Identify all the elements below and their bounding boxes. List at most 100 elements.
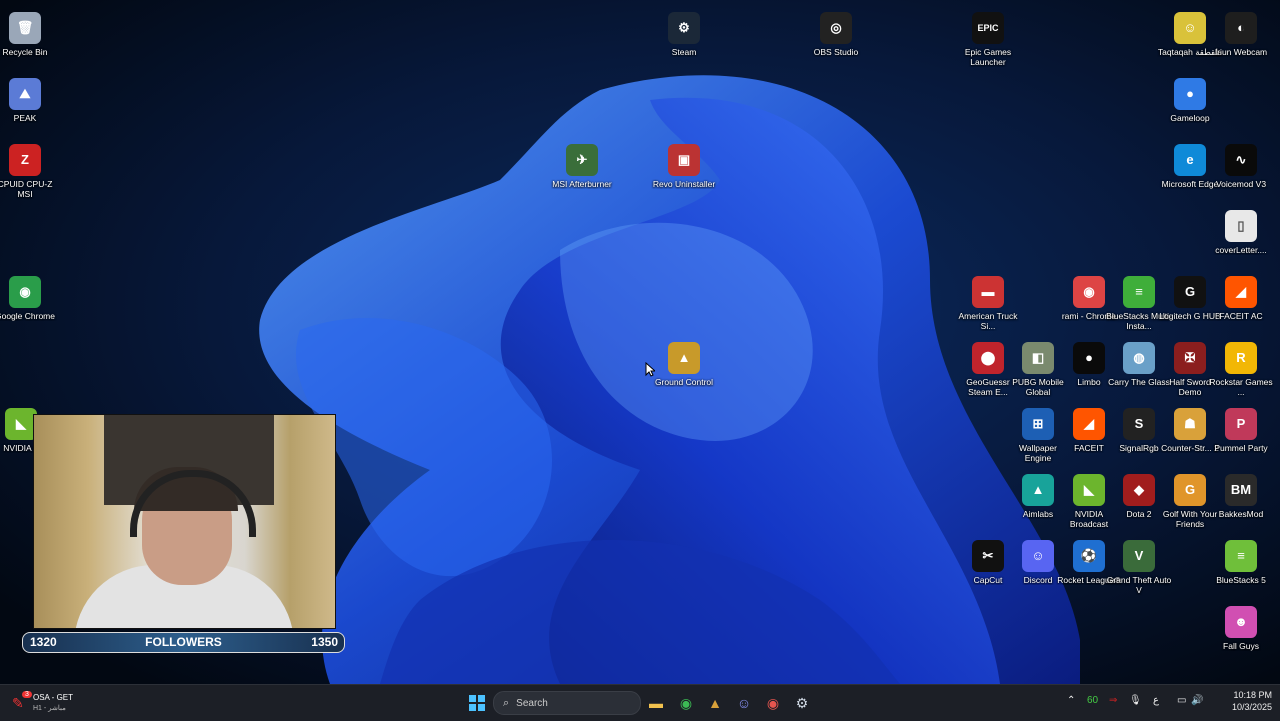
desktop-icon-label: Fall Guys: [1223, 641, 1259, 651]
chrome-2-icon[interactable]: ◉: [760, 690, 786, 716]
display-icon[interactable]: ▭: [1177, 695, 1186, 706]
desktop-icon-label: Revo Uninstaller: [652, 179, 716, 189]
desktop-icon-msi-afterburner[interactable]: ✈ MSI Afterburner: [549, 140, 615, 200]
search-icon: ⌕: [503, 696, 510, 709]
pummel-icon: P: [1225, 408, 1257, 440]
chrome-icon[interactable]: ◉: [673, 690, 699, 716]
desktop-icon-iriun[interactable]: ◐ Iriun Webcam: [1208, 8, 1274, 68]
pubg-icon: ◧: [1022, 342, 1054, 374]
chevron-up-icon[interactable]: ⌃: [1067, 695, 1075, 706]
desktop-icon-fall-guys[interactable]: ☻ Fall Guys: [1208, 602, 1274, 662]
microphone-icon[interactable]: 🎙: [1129, 695, 1142, 706]
desktop-icon-label: Rockstar Games ...: [1209, 377, 1273, 397]
gta5-icon: V: [1123, 540, 1155, 572]
desktop-icon-label: OBS Studio: [813, 47, 859, 57]
logitech-icon: G: [1174, 276, 1206, 308]
desktop-icon-pummel[interactable]: P Pummel Party: [1208, 404, 1274, 464]
desktop-icon-cover-letter[interactable]: ▯ coverLetter....: [1208, 206, 1274, 266]
desktop-icon-label: Steam: [671, 47, 697, 57]
desktop-icon-bakkesmod[interactable]: BM BakkesMod: [1208, 470, 1274, 530]
desktop-icon-label: Epic Games Launcher: [964, 47, 1012, 67]
bakkesmod-icon: BM: [1225, 474, 1257, 506]
desktop-icon-faceit-ac[interactable]: ◢ FACEIT AC: [1208, 272, 1274, 332]
taskbar: ✎ 3 OSA - GET H1 - مباشر ⌕ Search ▬ ◉ ▲ …: [0, 684, 1280, 721]
limbo-icon: ●: [1073, 342, 1105, 374]
followers-goal-bar: 1320 FOLLOWERS 1350: [22, 632, 345, 653]
google-chrome-icon: ◉: [9, 276, 41, 308]
american-truck-icon: ▬: [972, 276, 1004, 308]
desktop-icon-cpuz[interactable]: Z CPUID CPU-Z MSI: [0, 140, 58, 200]
golf-icon: G: [1174, 474, 1206, 506]
windows-logo-icon: [469, 695, 485, 711]
desktop-icon-rockstar[interactable]: R Rockstar Games ...: [1208, 338, 1274, 398]
revo-icon: ▣: [668, 144, 700, 176]
rami-chrome-icon: ◉: [1073, 276, 1105, 308]
desktop-icon-google-chrome[interactable]: ◉ Google Chrome: [0, 272, 58, 332]
carry-glass-icon: ◍: [1123, 342, 1155, 374]
dota2-icon: ◆: [1123, 474, 1155, 506]
steam-icon[interactable]: ⚙: [789, 690, 815, 716]
mouse-cursor: [645, 362, 655, 377]
desktop-icon-gameloop[interactable]: ● Gameloop: [1157, 74, 1223, 134]
gameloop-icon: ●: [1174, 78, 1206, 110]
cpuz-icon: Z: [9, 144, 41, 176]
desktop-icon-label: Google Chrome: [0, 311, 55, 321]
counter-strike-icon: ☗: [1174, 408, 1206, 440]
desktop-icon-obs[interactable]: ◎ OBS Studio: [803, 8, 869, 68]
fall-guys-icon: ☻: [1225, 606, 1257, 638]
desktop-icon-peak[interactable]: ⛰ PEAK: [0, 74, 58, 134]
taskbar-search[interactable]: ⌕ Search: [493, 691, 641, 715]
edge-icon: e: [1174, 144, 1206, 176]
clock-time: 10:18 PM: [1233, 690, 1272, 700]
webcam-feed: [33, 414, 336, 629]
desktop-icon-recycle-bin[interactable]: 🗑 Recycle Bin: [0, 8, 58, 68]
language-indicator[interactable]: ع: [1153, 695, 1159, 706]
bluestacks5-icon: ≡: [1225, 540, 1257, 572]
clock-date: 10/3/2025: [1231, 702, 1272, 712]
desktop-icon-revo[interactable]: ▣ Revo Uninstaller: [651, 140, 717, 200]
rocket-league-icon: ⚽: [1073, 540, 1105, 572]
ground-control-icon[interactable]: ▲: [702, 690, 728, 716]
voicemod-icon: ∿: [1225, 144, 1257, 176]
desktop-icon-gta5[interactable]: V Grand Theft Auto V: [1106, 536, 1172, 596]
notification-subtitle: H1 - مباشر: [33, 705, 66, 712]
notification-badge: 3: [22, 691, 32, 698]
wallpaper-engine-icon: ⊞: [1022, 408, 1054, 440]
search-placeholder: Search: [516, 697, 548, 709]
clock[interactable]: 10:18 PM 10/3/2025: [1232, 689, 1272, 713]
cover-letter-icon: ▯: [1225, 210, 1257, 242]
record-indicator-icon[interactable]: ⇒: [1109, 695, 1117, 706]
desktop-icon-label: Ground Control: [654, 377, 714, 387]
desktop-icon-epic[interactable]: EPIC Epic Games Launcher: [955, 8, 1021, 68]
desktop-icon-bluestacks5[interactable]: ≡ BlueStacks 5: [1208, 536, 1274, 596]
faceit-icon: ◢: [1073, 408, 1105, 440]
faceit-ac-icon: ◢: [1225, 276, 1257, 308]
desktop-icon-steam[interactable]: ⚙ Steam: [651, 8, 717, 68]
stream-notification[interactable]: ✎ 3 OSA - GET H1 - مباشر: [8, 689, 98, 717]
desktop-icon-ground-control[interactable]: ▲ Ground Control: [651, 338, 717, 398]
desktop-icon-voicemod[interactable]: ∿ Voicemod V3: [1208, 140, 1274, 200]
signalrgb-icon: S: [1123, 408, 1155, 440]
iriun-icon: ◐: [1225, 12, 1257, 44]
geoguessr-icon: ⬤: [972, 342, 1004, 374]
discord-icon[interactable]: ☺: [731, 690, 757, 716]
volume-icon[interactable]: 🔊: [1191, 695, 1203, 706]
obs-icon: ◎: [820, 12, 852, 44]
desktop-icon-label: PEAK: [13, 113, 37, 123]
desktop-icon-label: Voicemod V3: [1215, 179, 1267, 189]
desktop-icon-label: coverLetter....: [1215, 245, 1267, 255]
followers-goal: 1350: [311, 635, 338, 649]
aimlabs-icon: ▲: [1022, 474, 1054, 506]
epic-icon: EPIC: [972, 12, 1004, 44]
notification-title: OSA - GET: [33, 693, 74, 702]
bluestacks-multi-icon: ≡: [1123, 276, 1155, 308]
start-button[interactable]: [464, 690, 490, 716]
desktop-icon-american-truck[interactable]: ▬ American Truck Si...: [955, 272, 1021, 332]
desktop-icon-label: BlueStacks 5: [1216, 575, 1266, 585]
discord-icon: ☺: [1022, 540, 1054, 572]
system-tray: ⌃ 60 ⇒ 🎙 ع ▭ 🔊 10:18 PM 10/3/2025: [1067, 685, 1272, 721]
desktop-icon-label: Grand Theft Auto V: [1106, 575, 1172, 595]
fps-indicator[interactable]: 60: [1087, 695, 1098, 706]
notification-app-icon: ✎: [12, 695, 24, 711]
file-explorer-icon[interactable]: ▬: [643, 690, 669, 716]
